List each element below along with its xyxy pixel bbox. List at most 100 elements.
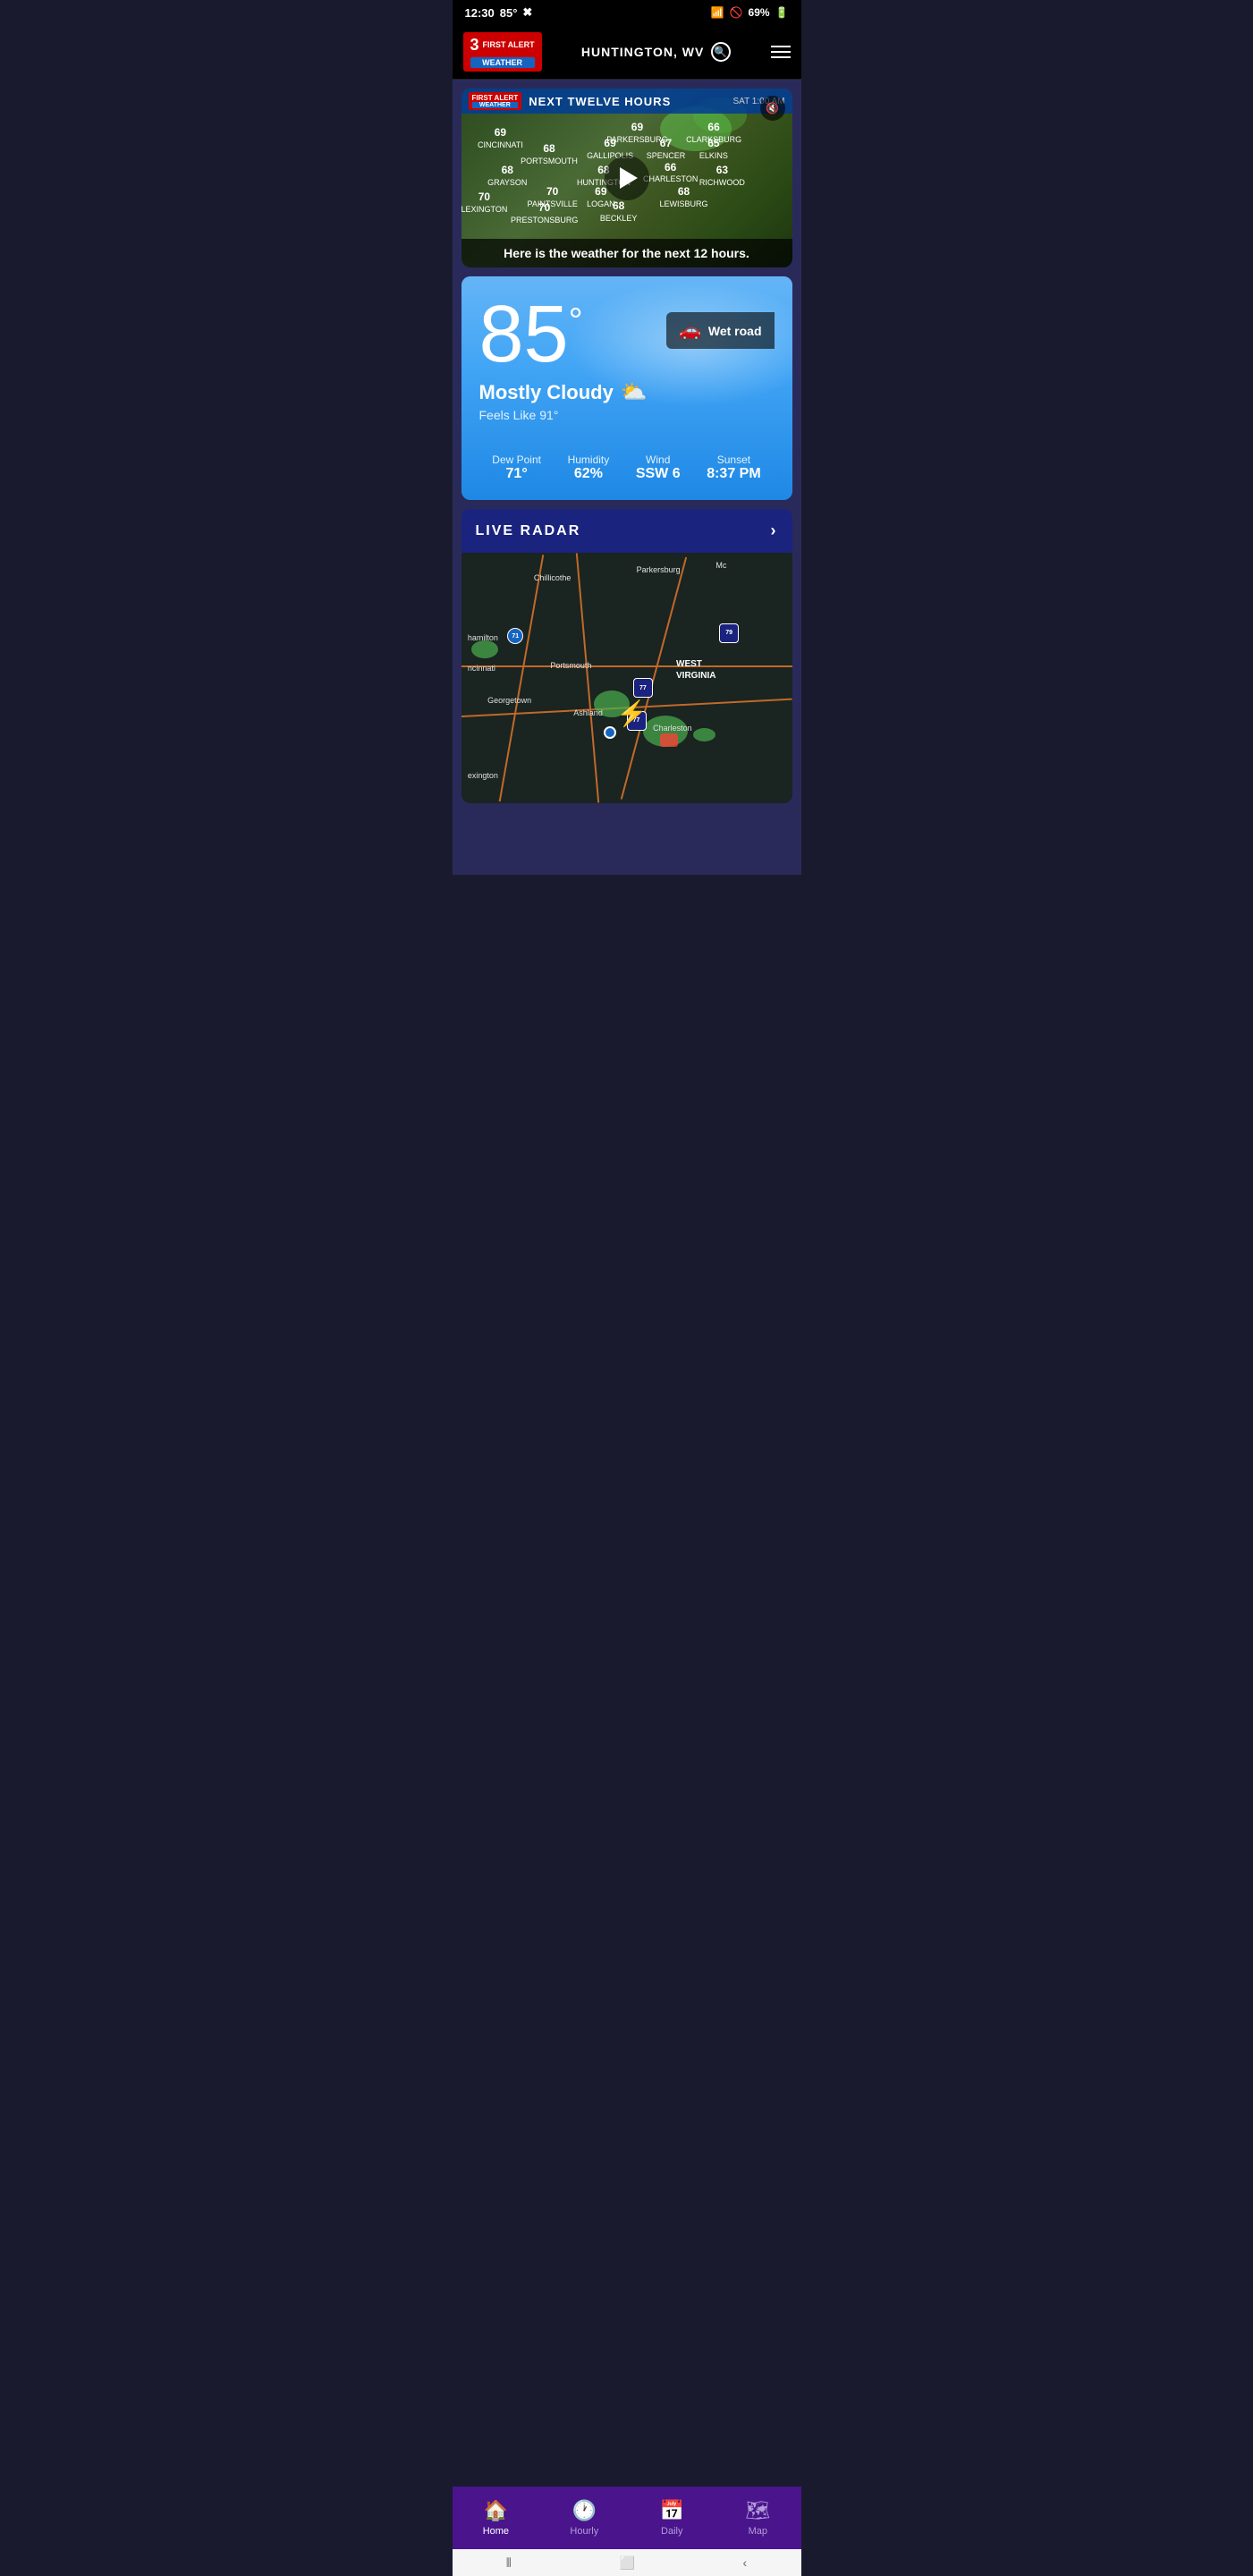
play-triangle-icon <box>620 167 638 189</box>
sunset-value: 8:37 PM <box>707 466 760 482</box>
wet-road-icon: 🚗 <box>679 319 701 342</box>
map-city-lexington: exington <box>468 771 498 780</box>
battery-percent: 69% <box>749 6 770 19</box>
logo-number: 3 <box>470 36 479 55</box>
nav-map[interactable]: 🗺 Map <box>731 2496 784 2540</box>
map-city-georgetown: Georgetown <box>487 696 531 705</box>
status-icon: ✖ <box>522 5 532 20</box>
menu-button[interactable] <box>771 46 791 58</box>
video-card: FIRST ALERT WEATHER NEXT TWELVE HOURS SA… <box>461 89 792 267</box>
map-city-portsmouth: Portsmouth <box>550 661 591 670</box>
weather-content: 85 ° 🚗 Wet road Mostly Cloudy ⛅ Feels Li… <box>479 294 775 482</box>
nav-home[interactable]: 🏠 Home <box>469 2496 523 2540</box>
video-title: NEXT TWELVE HOURS <box>529 95 671 108</box>
temp-prestonsburg: 70PRESTONSBURG <box>511 201 578 225</box>
radar-chevron-icon: › <box>771 521 778 540</box>
status-time: 12:30 <box>465 6 495 20</box>
map-icon: 🗺 <box>745 2499 770 2522</box>
condition-text: Mostly Cloudy <box>479 381 614 404</box>
condition-icon: ⛅ <box>621 379 648 405</box>
mute-button[interactable]: 🔇 <box>760 96 785 121</box>
weather-card: 85 ° 🚗 Wet road Mostly Cloudy ⛅ Feels Li… <box>461 276 792 500</box>
sys-back-btn[interactable]: ‹ <box>743 2555 748 2570</box>
map-city-hamilton: hamilton <box>468 633 498 642</box>
badge-text: FIRST ALERT <box>472 94 519 102</box>
sunset-label: Sunset <box>707 453 760 466</box>
map-city-mc: Mc <box>715 561 726 570</box>
battery-icon: 🔋 <box>775 6 789 19</box>
nav-daily-label: Daily <box>661 2526 682 2537</box>
temp-lewisburg: 68LEWISBURG <box>660 185 708 209</box>
status-bar: 12:30 85° ✖ 📶 🚫 69% 🔋 <box>453 0 801 25</box>
video-header-bar: FIRST ALERT WEATHER NEXT TWELVE HOURS SA… <box>461 89 792 114</box>
temp-beckley: 68BECKLEY <box>600 199 638 224</box>
nav-hourly-label: Hourly <box>570 2526 598 2537</box>
radar-card[interactable]: LIVE RADAR › hamilton Chillicothe <box>461 509 792 803</box>
block-icon: 🚫 <box>730 6 743 19</box>
dew-point-label: Dew Point <box>492 453 541 466</box>
humidity-label: Humidity <box>568 453 610 466</box>
map-city-parkersburg: Parkersburg <box>637 565 681 574</box>
status-right: 📶 🚫 69% 🔋 <box>711 6 789 19</box>
status-left: 12:30 85° ✖ <box>465 5 533 20</box>
search-icon[interactable]: 🔍 <box>711 42 731 62</box>
dew-point-value: 71° <box>492 466 541 482</box>
map-background: hamilton Chillicothe Parkersburg ncinnat… <box>461 553 792 803</box>
degree-symbol: ° <box>569 303 583 339</box>
temp-cincinnati: 69CINCINNATI <box>478 126 523 150</box>
highway-71: 71 <box>507 628 523 644</box>
map-city-ashland: Ashland <box>573 708 603 717</box>
wet-road-text: Wet road <box>708 324 762 338</box>
temp-portsmouth: 68PORTSMOUTH <box>521 142 578 166</box>
map-city-cincinnati: ncinnati <box>468 664 495 673</box>
condition-row: Mostly Cloudy ⛅ <box>479 379 775 405</box>
wind-value: SSW 6 <box>636 466 681 482</box>
nav-daily[interactable]: 📅 Daily <box>646 2496 698 2540</box>
nav-hourly[interactable]: 🕐 Hourly <box>555 2496 613 2540</box>
badge-weather: WEATHER <box>472 102 519 108</box>
temp-elkins: 65ELKINS <box>699 137 728 161</box>
daily-icon: 📅 <box>660 2499 684 2522</box>
map-city-chillicothe: Chillicothe <box>534 573 571 582</box>
radar-map[interactable]: hamilton Chillicothe Parkersburg ncinnat… <box>461 553 792 803</box>
map-region-wv: WESTVIRGINIA <box>676 658 715 682</box>
play-button[interactable] <box>605 156 649 200</box>
wind-detail: Wind SSW 6 <box>636 453 681 482</box>
video-wrapper[interactable]: FIRST ALERT WEATHER NEXT TWELVE HOURS SA… <box>461 89 792 267</box>
temp-grayson: 68GRAYSON <box>487 164 527 188</box>
wifi-icon: 📶 <box>711 6 724 19</box>
header-location: HUNTINGTON, WV 🔍 <box>581 42 731 62</box>
radar-header[interactable]: LIVE RADAR › <box>461 509 792 553</box>
radar-title: LIVE RADAR <box>476 523 581 539</box>
humidity-detail: Humidity 62% <box>568 453 610 482</box>
bottom-nav: 🏠 Home 🕐 Hourly 📅 Daily 🗺 Map <box>453 2487 801 2549</box>
current-location-dot <box>604 726 616 739</box>
sunset-detail: Sunset 8:37 PM <box>707 453 760 482</box>
wet-road-badge: 🚗 Wet road <box>666 312 775 349</box>
wind-label: Wind <box>636 453 681 466</box>
temp-spencer: 67SPENCER <box>647 137 686 161</box>
nav-home-label: Home <box>483 2526 509 2537</box>
highway-79: 79 <box>719 623 739 643</box>
main-content: FIRST ALERT WEATHER NEXT TWELVE HOURS SA… <box>453 80 801 875</box>
temp-lexington: 70LEXINGTON <box>461 191 508 215</box>
home-icon: 🏠 <box>484 2499 508 2522</box>
dew-point-detail: Dew Point 71° <box>492 453 541 482</box>
app-header: 3 FIRST ALERT WEATHER HUNTINGTON, WV 🔍 <box>453 25 801 80</box>
sys-recent-btn[interactable]: ⦀ <box>506 2555 512 2571</box>
map-city-charleston: Charleston <box>653 724 692 733</box>
status-temp: 85° <box>500 6 518 20</box>
nav-map-label: Map <box>749 2526 767 2537</box>
system-nav: ⦀ ⬜ ‹ <box>453 2549 801 2576</box>
hourly-icon: 🕐 <box>572 2499 597 2522</box>
first-alert-badge: FIRST ALERT WEATHER <box>469 92 522 110</box>
highway-77-1: 77 <box>633 678 653 698</box>
lightning-icon: ⚡ <box>616 699 648 728</box>
humidity-value: 62% <box>568 466 610 482</box>
sys-home-btn[interactable]: ⬜ <box>620 2555 635 2571</box>
video-caption: Here is the weather for the next 12 hour… <box>461 239 792 267</box>
temp-charleston: 66CHARLESTON <box>643 161 698 185</box>
weather-details: Dew Point 71° Humidity 62% Wind SSW 6 Su… <box>479 440 775 482</box>
app-logo: 3 FIRST ALERT WEATHER <box>463 32 542 72</box>
location-text: HUNTINGTON, WV <box>581 45 704 59</box>
